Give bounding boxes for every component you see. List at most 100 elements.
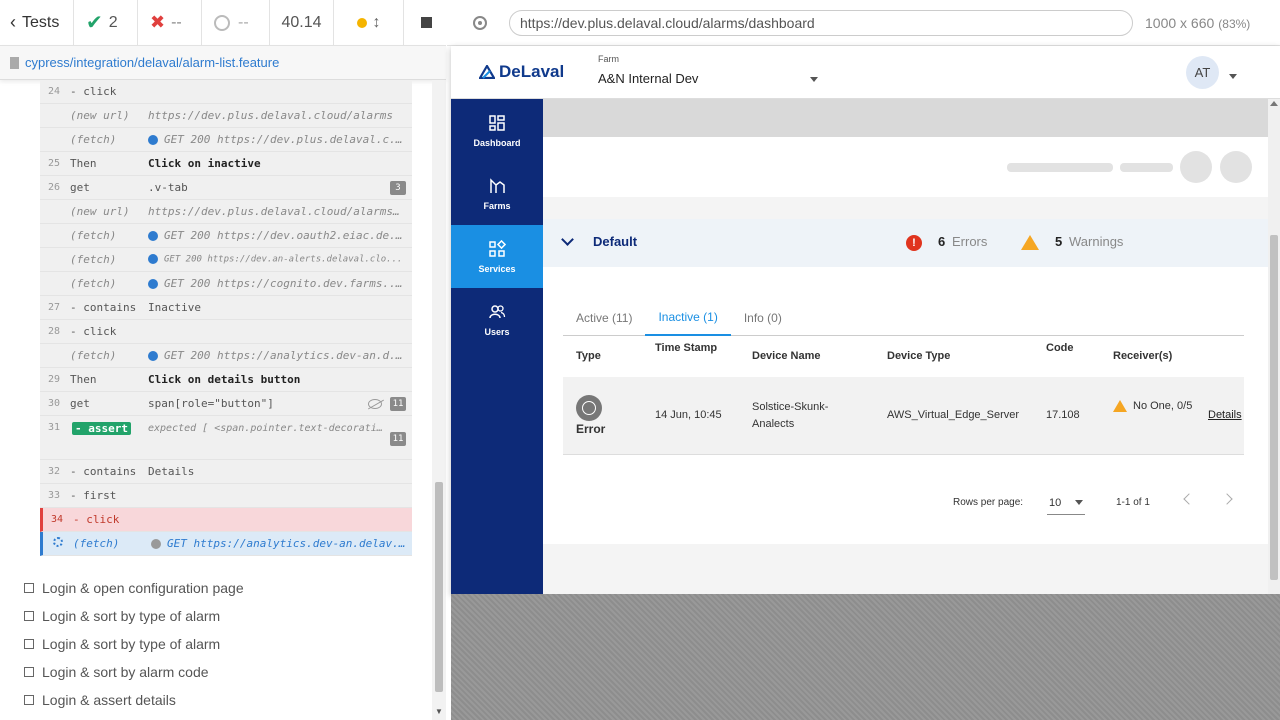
command-row[interactable]: 31 - assert expected [ <span.pointer.text-… bbox=[40, 416, 412, 460]
column-header-device-type[interactable]: Device Type bbox=[887, 350, 950, 362]
farm-select[interactable]: A&N Internal Dev bbox=[598, 71, 818, 86]
alarm-code: 17.108 bbox=[1046, 409, 1080, 421]
column-header-device-name[interactable]: Device Name bbox=[752, 350, 821, 362]
panel-header[interactable]: Default ! 6 Errors 5 Warnings bbox=[543, 219, 1268, 267]
command-row[interactable]: 33 - first bbox=[40, 484, 412, 508]
warnings-count: 5 bbox=[1055, 234, 1063, 249]
details-link[interactable]: Details bbox=[1208, 407, 1242, 424]
circle-icon bbox=[214, 14, 230, 31]
command-row[interactable]: 28 - click bbox=[40, 320, 412, 344]
column-header-receivers[interactable]: Receiver(s) bbox=[1113, 350, 1172, 362]
next-page-button[interactable] bbox=[1221, 493, 1233, 505]
command-number: 32 bbox=[48, 466, 61, 477]
assert-tag: - assert bbox=[72, 422, 131, 435]
nav-label: Services bbox=[478, 263, 516, 274]
stop-button[interactable] bbox=[404, 0, 446, 46]
command-row[interactable]: (fetch) GET 200 https://dev.plus.delaval.… bbox=[40, 128, 412, 152]
prev-page-button[interactable] bbox=[1183, 493, 1195, 505]
column-header-timestamp[interactable]: Time Stamp bbox=[655, 342, 717, 354]
file-icon bbox=[10, 56, 19, 69]
avatar[interactable]: AT bbox=[1186, 56, 1219, 89]
command-name: Then bbox=[70, 157, 97, 170]
checkbox-icon bbox=[24, 639, 34, 649]
spinner-icon bbox=[53, 537, 63, 547]
tests-button[interactable]: ‹ Tests bbox=[0, 0, 74, 46]
command-message: Details bbox=[148, 465, 195, 478]
command-row[interactable]: (fetch) GET 200 https://dev.an-alerts.del… bbox=[40, 248, 412, 272]
chevron-down-icon[interactable] bbox=[1229, 74, 1237, 79]
column-header-code[interactable]: Code bbox=[1046, 342, 1074, 354]
command-row[interactable]: (fetch) GET 200 https://dev.oauth2.eiac.d… bbox=[40, 224, 412, 248]
column-header-type[interactable]: Type bbox=[576, 350, 601, 362]
warning-icon bbox=[1113, 400, 1127, 413]
panel-title: Default bbox=[593, 234, 638, 249]
test-item[interactable]: Login & assert details bbox=[24, 686, 424, 714]
reporter-scrollbar[interactable]: ▼ bbox=[432, 80, 446, 720]
command-row[interactable]: (new url) https://dev.plus.delaval.cloud/… bbox=[40, 200, 412, 224]
test-item[interactable]: Login & sort by type of alarm bbox=[24, 602, 424, 630]
farm-label: Farm bbox=[598, 54, 619, 64]
command-row[interactable]: (fetch) GET 200 https://analytics.dev-an.… bbox=[40, 344, 412, 368]
command-row-pending[interactable]: (fetch) GET https://analytics.dev-an.dela… bbox=[40, 532, 412, 556]
command-row[interactable]: 29 Then Click on details button bbox=[40, 368, 412, 392]
command-row[interactable]: 32 - contains Details bbox=[40, 460, 412, 484]
spec-path-text: cypress/integration/delaval/alarm-list.f… bbox=[25, 55, 280, 70]
tab-info[interactable]: Info (0) bbox=[731, 299, 795, 336]
dashboard-icon bbox=[489, 114, 505, 131]
skeleton-circle bbox=[1180, 151, 1212, 183]
check-icon: ✔ bbox=[86, 12, 103, 34]
command-row[interactable]: 30 get span[role="button"] 11 bbox=[40, 392, 412, 416]
command-number: 33 bbox=[48, 490, 61, 501]
nav-item-farms[interactable]: Farms bbox=[451, 162, 543, 225]
test-title: Login & open configuration page bbox=[42, 580, 244, 596]
scrollbar-thumb[interactable] bbox=[435, 482, 443, 692]
auto-scroll-toggle[interactable]: ↕ bbox=[334, 0, 404, 46]
nav-item-dashboard[interactable]: Dashboard bbox=[451, 99, 543, 162]
alarm-tabs: Active (11) Inactive (1) Info (0) bbox=[563, 299, 1244, 336]
spec-path[interactable]: cypress/integration/delaval/alarm-list.f… bbox=[0, 46, 446, 80]
viewport-size: 1000 x 660 bbox=[1145, 14, 1215, 31]
delaval-logo[interactable]: DeLaval bbox=[479, 62, 564, 82]
tab-inactive[interactable]: Inactive (1) bbox=[645, 299, 731, 336]
status-dot-icon bbox=[148, 135, 158, 145]
command-row[interactable]: (fetch) GET 200 https://cognito.dev.farms… bbox=[40, 272, 412, 296]
scrollbar-thumb[interactable] bbox=[1270, 235, 1278, 580]
command-name: (new url) bbox=[70, 109, 130, 122]
status-dot-icon bbox=[148, 254, 158, 265]
rows-per-page-select[interactable]: 10 bbox=[1047, 491, 1085, 515]
scroll-down-icon[interactable]: ▼ bbox=[435, 707, 443, 716]
test-item[interactable]: Login & sort by type of alarm bbox=[24, 630, 424, 658]
status-dot-icon bbox=[151, 539, 161, 549]
command-message: expected [ <span.pointer.text-decoration… bbox=[148, 423, 390, 434]
nav-item-users[interactable]: Users bbox=[451, 288, 543, 351]
command-name: (new url) bbox=[70, 205, 130, 218]
test-item[interactable]: Login & open configuration page bbox=[24, 574, 424, 602]
command-row[interactable]: 27 - contains Inactive bbox=[40, 296, 412, 320]
tab-active[interactable]: Active (11) bbox=[563, 299, 645, 336]
delaval-logo-icon bbox=[479, 65, 495, 79]
nav-item-services[interactable]: Services bbox=[451, 225, 543, 288]
command-number: 30 bbox=[48, 398, 61, 409]
app-scrollbar[interactable] bbox=[1268, 99, 1280, 594]
element-count-badge: 11 bbox=[390, 396, 406, 411]
chevron-down-icon bbox=[810, 77, 818, 82]
chevron-down-icon[interactable] bbox=[561, 233, 574, 246]
url-bar[interactable]: https://dev.plus.delaval.cloud/alarms/da… bbox=[509, 9, 1133, 36]
command-name: - first bbox=[70, 489, 117, 502]
scroll-up-icon[interactable] bbox=[1270, 101, 1278, 106]
command-name: - click bbox=[73, 513, 120, 526]
table-row[interactable]: Error 14 Jun, 10:45 Solstice-Skunk-Anale… bbox=[563, 377, 1244, 455]
command-row[interactable]: 25 Then Click on inactive bbox=[40, 152, 412, 176]
selector-playground-icon[interactable] bbox=[473, 15, 487, 30]
command-row[interactable]: 26 get .v-tab 3 bbox=[40, 176, 412, 200]
command-name: - contains bbox=[70, 465, 137, 478]
command-row-failed[interactable]: 34 - click bbox=[40, 508, 412, 532]
loading-card bbox=[543, 137, 1268, 197]
test-item[interactable]: Login & sort by alarm code bbox=[24, 658, 424, 686]
command-row[interactable]: 24 - click bbox=[40, 80, 412, 104]
command-row[interactable]: (new url) https://dev.plus.delaval.cloud/… bbox=[40, 104, 412, 128]
warnings-label: Warnings bbox=[1069, 234, 1124, 249]
test-list: Login & open configuration page Login & … bbox=[24, 574, 424, 714]
viewport-info[interactable]: 1000 x 660 (83%) bbox=[1145, 15, 1250, 31]
passed-value: 2 bbox=[108, 13, 118, 31]
